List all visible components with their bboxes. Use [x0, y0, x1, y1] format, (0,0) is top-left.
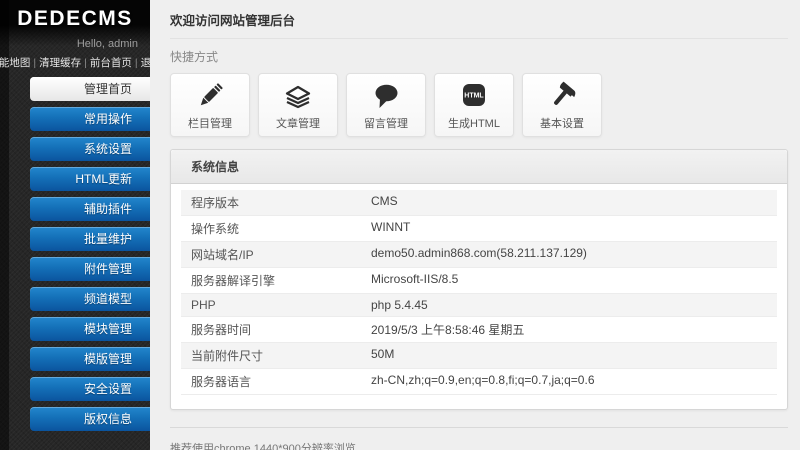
- quick-action-column-manage[interactable]: 栏目管理: [170, 73, 250, 137]
- app-logo: DEDECMS: [17, 7, 133, 30]
- info-label: 服务器时间: [191, 323, 252, 337]
- sidebar-item-attachments[interactable]: 附件管理: [30, 257, 150, 281]
- svg-text:HTML: HTML: [464, 93, 484, 100]
- info-value: zh-CN,zh;q=0.9,en;q=0.8,fi;q=0.7,ja;q=0.…: [371, 373, 595, 387]
- browser-recommendation: 推荐使用chrome 1440*900分辨率浏览: [170, 443, 356, 450]
- link-frontend-home[interactable]: 前台首页: [90, 55, 132, 70]
- quick-action-label: 文章管理: [276, 118, 320, 130]
- comment-icon: [375, 84, 398, 108]
- quick-action-basic-settings[interactable]: 基本设置: [522, 73, 602, 137]
- table-row: 当前附件尺寸 50M: [181, 343, 777, 369]
- info-label: 操作系统: [191, 222, 240, 236]
- info-label: 当前附件尺寸: [191, 349, 264, 363]
- info-value: php 5.4.45: [371, 298, 428, 312]
- quick-action-label: 留言管理: [364, 118, 408, 130]
- info-value: CMS: [371, 194, 398, 208]
- info-label: 网站域名/IP: [191, 248, 254, 262]
- table-row: 服务器解译引擎 Microsoft-IIS/8.5: [181, 268, 777, 294]
- table-row: 服务器时间 2019/5/3 上午8:58:46 星期五: [181, 317, 777, 343]
- sidebar-menu: 管理首页 常用操作 系统设置 HTML更新 辅助插件 批量维护 附件管理 频道模…: [0, 77, 150, 431]
- page-title: 欢迎访问网站管理后台: [170, 10, 788, 39]
- info-value: 2019/5/3 上午8:58:46 星期五: [371, 323, 525, 337]
- sidebar-item-system-settings[interactable]: 系统设置: [30, 137, 150, 161]
- sidebar-item-templates[interactable]: 模版管理: [30, 347, 150, 371]
- quick-actions: 栏目管理 文章管理 留言管理 HTML 生成HTML 基本设置: [170, 73, 788, 137]
- documents-icon: [285, 85, 311, 109]
- link-separator: |: [134, 56, 138, 69]
- system-info-panel: 系统信息 程序版本 CMS 操作系统 WINNT 网站域名/IP demo50.…: [170, 149, 788, 410]
- system-info-title: 系统信息: [171, 150, 787, 184]
- link-clear-cache[interactable]: 清理缓存: [39, 55, 81, 70]
- sidebar-top-links: 功能地图 | 清理缓存 | 前台首页 | 退出: [0, 55, 150, 70]
- link-separator: |: [33, 56, 37, 69]
- info-value: 50M: [371, 347, 395, 361]
- link-sitemap[interactable]: 功能地图: [0, 55, 30, 70]
- table-row: 网站域名/IP demo50.admin868.com(58.211.137.1…: [181, 242, 777, 268]
- link-separator: |: [84, 56, 87, 69]
- quick-action-label: 栏目管理: [188, 118, 232, 130]
- sidebar-item-common-ops[interactable]: 常用操作: [30, 107, 150, 131]
- html-icon: HTML: [463, 84, 485, 106]
- quick-action-comment-manage[interactable]: 留言管理: [346, 73, 426, 137]
- info-value: demo50.admin868.com(58.211.137.129): [371, 246, 587, 260]
- pencil-icon: [200, 83, 223, 106]
- main-content: 欢迎访问网站管理后台 快捷方式 栏目管理 文章管理 留言管理 HTML 生成HT…: [150, 0, 800, 450]
- footer-divider: [170, 427, 788, 428]
- table-row: PHP php 5.4.45: [181, 294, 777, 317]
- sidebar-item-batch-maintenance[interactable]: 批量维护: [30, 227, 150, 251]
- sidebar-item-channel-models[interactable]: 频道模型: [30, 287, 150, 311]
- table-row: 服务器语言 zh-CN,zh;q=0.9,en;q=0.8,fi;q=0.7,j…: [181, 369, 777, 395]
- sidebar-item-copyright[interactable]: 版权信息: [30, 407, 150, 431]
- quick-action-generate-html[interactable]: HTML 生成HTML: [434, 73, 514, 137]
- info-value: WINNT: [371, 220, 411, 234]
- sidebar-item-plugins[interactable]: 辅助插件: [30, 197, 150, 221]
- table-row: 程序版本 CMS: [181, 190, 777, 216]
- info-label: 服务器解译引擎: [191, 274, 276, 288]
- info-value: Microsoft-IIS/8.5: [371, 272, 459, 286]
- quick-action-article-manage[interactable]: 文章管理: [258, 73, 338, 137]
- quick-action-label: 基本设置: [540, 118, 584, 130]
- user-greeting: Hello, admin: [76, 38, 138, 50]
- table-row: 操作系统 WINNT: [181, 216, 777, 242]
- shortcut-section-label: 快捷方式: [170, 50, 219, 64]
- info-label: 服务器语言: [191, 375, 252, 389]
- quick-action-label: 生成HTML: [448, 118, 500, 130]
- info-label: 程序版本: [191, 196, 240, 210]
- link-logout[interactable]: 退出: [141, 55, 150, 70]
- sidebar-item-security[interactable]: 安全设置: [30, 377, 150, 401]
- hammer-icon: [554, 81, 576, 105]
- sidebar-item-html-update[interactable]: HTML更新: [30, 167, 150, 191]
- sidebar: DEDECMS Hello, admin 功能地图 | 清理缓存 | 前台首页 …: [0, 0, 150, 450]
- sidebar-item-modules[interactable]: 模块管理: [30, 317, 150, 341]
- sidebar-item-admin-home[interactable]: 管理首页: [30, 77, 150, 101]
- system-info-table: 程序版本 CMS 操作系统 WINNT 网站域名/IP demo50.admin…: [171, 184, 787, 409]
- info-label: PHP: [191, 298, 216, 312]
